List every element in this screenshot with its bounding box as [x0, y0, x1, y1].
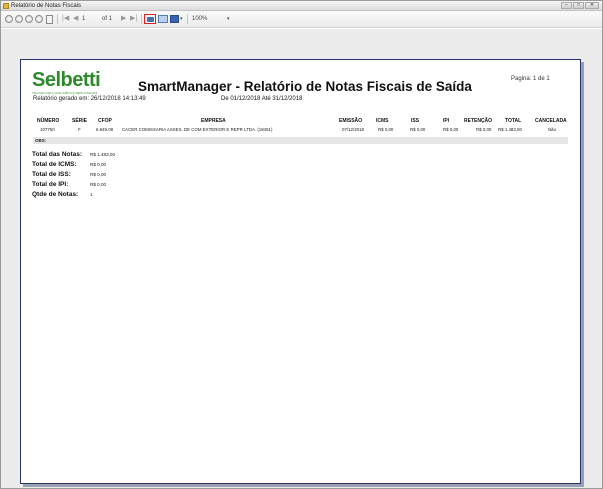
cell-cancelada: Não — [548, 127, 557, 132]
total-notas: Total das Notas: R$ 1.483,00 — [32, 149, 115, 159]
report-viewer[interactable]: Selbetti TECNOLOGIA QUE AMPLIA RESULTADO… — [1, 29, 602, 488]
company-logo: Selbetti TECNOLOGIA QUE AMPLIA RESULTADO… — [32, 69, 101, 95]
toolbar-separator — [187, 14, 188, 24]
report-period: De 01/12/2018 Até 31/12/2018 — [221, 96, 303, 102]
toolbar-separator — [57, 14, 58, 24]
cell-ipi: R$ 0,00 — [443, 127, 459, 132]
logo-text: Selbetti — [32, 69, 101, 91]
total-value: R$ 0,00 — [90, 171, 107, 177]
total-value: R$ 0,00 — [90, 181, 107, 187]
refresh-icon[interactable] — [35, 15, 43, 23]
window-title: Relatório de Notas Fiscais — [11, 3, 82, 9]
cell-cfop: 6.949.08 — [96, 127, 114, 132]
col-cancelada: CANCELADA — [535, 118, 567, 124]
cell-empresa: CACER COMISSARIA ASSES. DE COM EXTERIOR … — [122, 127, 273, 132]
cell-serie: F — [78, 127, 81, 132]
total-iss: Total de ISS: R$ 0,00 — [32, 169, 115, 179]
report-window: Relatório de Notas Fiscais – □ ✕ |◀ ◀ 1 … — [0, 0, 603, 489]
table-header: NÚMERO SÉRIE CFOP EMPRESA EMISSÃO ICMS I… — [21, 118, 582, 126]
report-title: SmartManager - Relatório de Notas Fiscai… — [138, 79, 472, 94]
qtde-notas: Qtde de Notas: 1 — [32, 189, 115, 199]
col-numero: NÚMERO — [37, 118, 60, 124]
stop-icon[interactable] — [25, 15, 33, 23]
cell-icms: R$ 0,00 — [378, 127, 394, 132]
minimize-button[interactable]: – — [561, 2, 572, 9]
total-value: R$ 1.483,00 — [90, 151, 116, 157]
cell-total: R$ 1.483,00 — [498, 127, 522, 132]
col-iss: ISS — [411, 118, 420, 124]
total-label: Total de ICMS: — [32, 160, 77, 168]
generated-at: Relatório gerado em: 26/12/2018 14:13:49 — [33, 96, 146, 102]
first-page-icon[interactable]: |◀ — [62, 14, 69, 24]
col-total: TOTAL — [505, 118, 522, 124]
cell-retencao: R$ 0,00 — [476, 127, 492, 132]
zoom-select[interactable]: 100% — [192, 14, 207, 24]
report-page: Selbetti TECNOLOGIA QUE AMPLIA RESULTADO… — [20, 59, 581, 484]
col-empresa: EMPRESA — [201, 118, 226, 124]
col-emissao: EMISSÃO — [339, 118, 363, 124]
app-icon — [3, 3, 9, 9]
title-bar: Relatório de Notas Fiscais – □ ✕ — [1, 1, 602, 11]
export-dropdown-icon[interactable]: ▾ — [180, 14, 183, 24]
total-label: Qtde de Notas: — [32, 190, 79, 198]
window-controls: – □ ✕ — [560, 2, 599, 10]
total-value: 1 — [90, 191, 93, 197]
total-label: Total de ISS: — [32, 170, 71, 178]
cell-iss: R$ 0,00 — [410, 127, 426, 132]
print-icon[interactable] — [144, 14, 156, 24]
page-setup-icon[interactable] — [158, 15, 168, 23]
toolbar-separator — [141, 14, 142, 24]
page-count-label: of 1 — [102, 16, 113, 22]
last-page-icon[interactable]: ▶| — [130, 14, 137, 24]
logo-tagline: TECNOLOGIA QUE AMPLIA RESULTADOS — [32, 91, 98, 95]
export-icon[interactable] — [170, 15, 179, 23]
zoom-dropdown-icon[interactable]: ▾ — [227, 14, 230, 24]
total-icms: Total de ICMS: R$ 0,00 — [32, 159, 115, 169]
maximize-button[interactable]: □ — [573, 2, 584, 9]
total-label: Total das Notas: — [32, 150, 83, 158]
total-ipi: Total de IPI: R$ 0,00 — [32, 179, 115, 189]
current-page-input[interactable]: 1 — [82, 14, 85, 24]
page-indicator: Pagina: 1 de 1 — [511, 76, 550, 82]
col-serie: SÉRIE — [72, 118, 88, 124]
close-button[interactable]: ✕ — [585, 2, 599, 9]
forward-icon[interactable] — [15, 15, 23, 23]
previous-page-icon[interactable]: ◀ — [73, 14, 78, 24]
totals-section: Total das Notas: R$ 1.483,00 Total de IC… — [32, 149, 115, 199]
cell-numero: 107750 — [40, 127, 55, 132]
table-row: 107750 F 6.949.08 CACER COMISSARIA ASSES… — [21, 127, 582, 135]
total-value: R$ 0,00 — [90, 161, 107, 167]
col-retencao: RETENÇÃO — [464, 118, 493, 124]
next-page-icon[interactable]: ▶ — [121, 14, 126, 24]
back-icon[interactable] — [5, 15, 13, 23]
viewer-toolbar: |◀ ◀ 1 of 1 ▶ ▶| ▾ 100% ▾ — [1, 11, 602, 28]
document-map-icon[interactable] — [46, 15, 53, 24]
col-ipi: IPI — [443, 118, 450, 124]
obs-row: OBS: — [33, 137, 568, 144]
col-icms: ICMS — [376, 118, 389, 124]
col-cfop: CFOP — [98, 118, 112, 124]
cell-emissao: 07/12/2018 — [342, 127, 364, 132]
total-label: Total de IPI: — [32, 180, 69, 188]
